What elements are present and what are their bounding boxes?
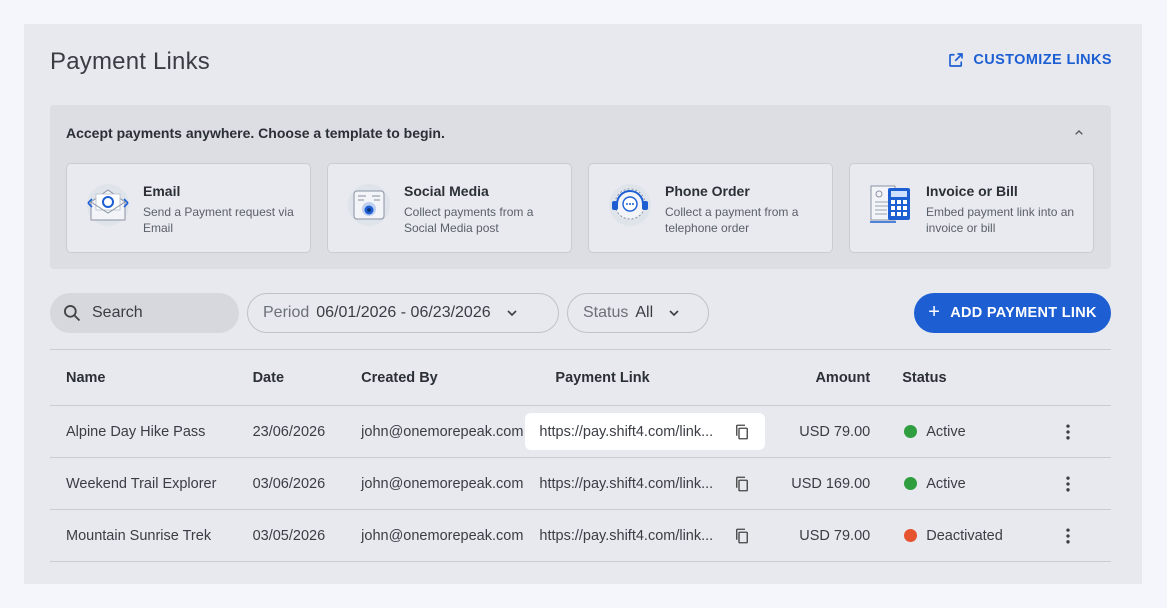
- cell-name: Alpine Day Hike Pass: [50, 405, 237, 458]
- payment-link-url[interactable]: https://pay.shift4.com/link...: [539, 528, 713, 544]
- period-filter-label: Period: [263, 304, 310, 321]
- status-text: Deactivated: [926, 527, 1003, 544]
- plus-icon: +: [928, 301, 941, 323]
- payment-link-url[interactable]: https://pay.shift4.com/link...: [539, 476, 713, 492]
- add-payment-link-label: ADD PAYMENT LINK: [950, 305, 1097, 321]
- status-badge: Deactivated: [902, 528, 1018, 544]
- cell-status: Active: [886, 457, 1034, 510]
- payment-links-table: Name Date Created By Payment Link Amount…: [50, 349, 1111, 562]
- chevron-down-icon: [507, 310, 517, 317]
- cell-created-by: john@onemorepeak.com: [345, 509, 540, 562]
- table-row[interactable]: Weekend Trail Explorer 03/06/2026 john@o…: [50, 457, 1111, 510]
- cell-amount: USD 169.00: [775, 457, 887, 510]
- table-row[interactable]: Mountain Sunrise Trek 03/05/2026 john@on…: [50, 509, 1111, 562]
- search-input[interactable]: [92, 304, 212, 322]
- cell-date: 03/06/2026: [236, 457, 346, 510]
- status-filter-label: Status: [583, 304, 629, 321]
- customize-links-label: CUSTOMIZE LINKS: [973, 52, 1112, 68]
- invoice-calculator-icon: [870, 185, 910, 223]
- more-vert-icon[interactable]: [1058, 526, 1078, 546]
- page-title: Payment Links: [50, 48, 211, 75]
- chevron-down-icon: [669, 310, 679, 317]
- status-text: Active: [926, 423, 966, 440]
- table-row[interactable]: Alpine Day Hike Pass 23/06/2026 john@one…: [50, 405, 1111, 458]
- cell-payment-link: https://pay.shift4.com/link...: [525, 405, 776, 458]
- status-text: Active: [926, 475, 966, 492]
- cell-payment-link: https://pay.shift4.com/link...: [539, 457, 776, 510]
- cell-created-by: john@onemorepeak.com: [345, 457, 540, 510]
- cell-status: Deactivated: [886, 509, 1034, 562]
- payment-links-panel: Payment Links CUSTOMIZE LINKS Accept pay…: [24, 24, 1142, 584]
- template-card-email[interactable]: Email Send a Payment request via Email: [66, 163, 311, 253]
- copy-icon[interactable]: [733, 475, 751, 493]
- more-vert-icon[interactable]: [1058, 474, 1078, 494]
- open-in-new-icon: [949, 53, 964, 67]
- column-header-payment-link[interactable]: Payment Link: [539, 349, 776, 406]
- email-envelope-icon: [87, 184, 129, 226]
- template-card-description: Embed payment link into an invoice or bi…: [926, 205, 1075, 235]
- customize-links-button[interactable]: CUSTOMIZE LINKS: [947, 51, 1112, 69]
- cell-date: 03/05/2026: [236, 509, 346, 562]
- status-dot: [904, 425, 918, 438]
- column-header-amount[interactable]: Amount: [775, 349, 887, 406]
- template-card-description: Collect payments from a Social Media pos…: [404, 205, 534, 235]
- status-dot: [904, 477, 918, 490]
- more-vert-icon[interactable]: [1058, 422, 1078, 442]
- copy-icon[interactable]: [733, 527, 751, 545]
- period-filter[interactable]: Period 06/01/2026 - 06/23/2026: [247, 293, 559, 333]
- cell-actions: [1033, 509, 1111, 562]
- template-card-title: Phone Order: [665, 183, 750, 199]
- cell-name: Mountain Sunrise Trek: [50, 509, 237, 562]
- search-icon: [63, 305, 81, 322]
- phone-headset-icon: [609, 184, 651, 226]
- column-header-actions: [1033, 349, 1111, 406]
- table-header-row: Name Date Created By Payment Link Amount…: [50, 349, 1111, 406]
- column-header-date[interactable]: Date: [236, 349, 346, 406]
- column-header-name[interactable]: Name: [50, 349, 237, 406]
- cell-amount: USD 79.00: [775, 509, 887, 562]
- add-payment-link-button[interactable]: + ADD PAYMENT LINK: [914, 293, 1111, 333]
- cell-status: Active: [886, 405, 1034, 458]
- payment-link-box[interactable]: https://pay.shift4.com/link...: [525, 465, 765, 502]
- period-filter-value: 06/01/2026 - 06/23/2026: [316, 304, 491, 321]
- status-dot: [904, 529, 918, 542]
- template-card-title: Invoice or Bill: [926, 183, 1018, 199]
- search-box[interactable]: [50, 293, 239, 333]
- template-card-description: Send a Payment request via Email: [143, 205, 294, 235]
- chevron-up-icon[interactable]: [1071, 125, 1087, 141]
- template-card-title: Social Media: [404, 183, 489, 199]
- template-card-social-media[interactable]: Social Media Collect payments from a Soc…: [327, 163, 572, 253]
- status-badge: Active: [902, 424, 1018, 440]
- payment-link-url[interactable]: https://pay.shift4.com/link...: [539, 424, 713, 440]
- status-filter-value: All: [635, 304, 654, 321]
- template-card-description: Collect a payment from a telephone order: [665, 205, 799, 235]
- cell-actions: [1033, 457, 1111, 510]
- template-card-phone-order[interactable]: Phone Order Collect a payment from a tel…: [588, 163, 833, 253]
- status-filter[interactable]: Status All: [567, 293, 709, 333]
- cell-created-by: john@onemorepeak.com: [345, 405, 540, 458]
- cell-payment-link: https://pay.shift4.com/link...: [539, 509, 776, 562]
- copy-icon[interactable]: [733, 423, 751, 441]
- template-cards: Email Send a Payment request via Email S…: [66, 163, 1094, 253]
- filter-toolbar: Period 06/01/2026 - 06/23/2026 Status Al…: [50, 293, 1111, 333]
- cell-name: Weekend Trail Explorer: [50, 457, 237, 510]
- payment-link-box[interactable]: https://pay.shift4.com/link...: [525, 413, 766, 450]
- payment-link-box[interactable]: https://pay.shift4.com/link...: [525, 517, 765, 554]
- cell-date: 23/06/2026: [236, 405, 346, 458]
- social-media-icon: [348, 184, 390, 226]
- cell-amount: USD 79.00: [775, 405, 887, 458]
- cell-actions: [1033, 405, 1111, 458]
- column-header-created-by[interactable]: Created By: [345, 349, 540, 406]
- template-card-invoice[interactable]: Invoice or Bill Embed payment link into …: [849, 163, 1094, 253]
- template-card-title: Email: [143, 183, 181, 199]
- column-header-status[interactable]: Status: [886, 349, 1034, 406]
- banner-title: Accept payments anywhere. Choose a templ…: [66, 125, 445, 141]
- templates-banner: Accept payments anywhere. Choose a templ…: [50, 105, 1111, 269]
- status-badge: Active: [902, 476, 1018, 492]
